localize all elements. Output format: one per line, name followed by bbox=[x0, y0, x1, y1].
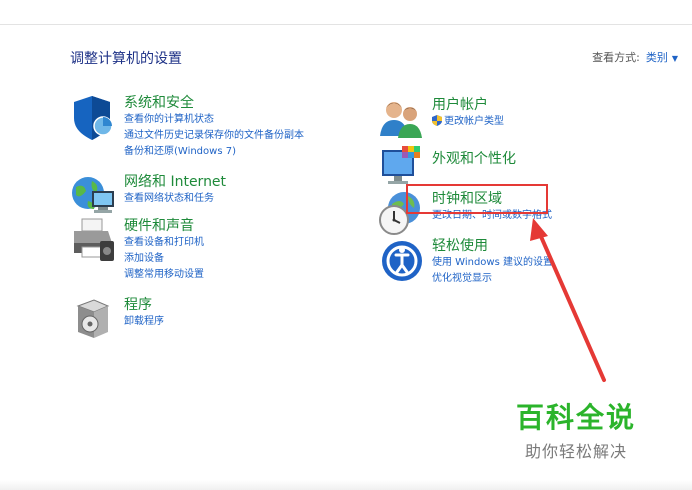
watermark: 百科全说 助你轻松解决 bbox=[516, 396, 636, 462]
watermark-brand: 百科全说 bbox=[516, 401, 637, 434]
bottom-edge bbox=[0, 480, 692, 490]
watermark-slogan: 助你轻松解决 bbox=[525, 442, 628, 461]
